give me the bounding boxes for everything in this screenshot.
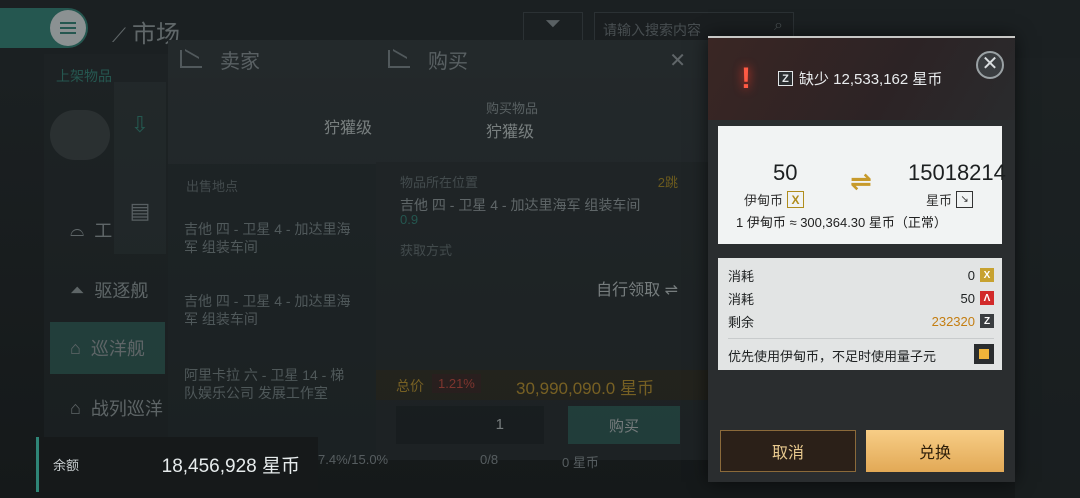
- buy-ship-class: 狞獾级: [486, 124, 535, 141]
- buy-item-label: 购买物品: [486, 101, 539, 116]
- listed-items-label: 上架物品: [56, 68, 112, 84]
- cost-row: 消耗 0X: [728, 264, 994, 286]
- exchange-modal: ! Z 缺少 12,533,162 星币 ✕ 50 伊甸币 X ⇌ 1501821…: [708, 36, 1015, 482]
- hull-icon: ⌂: [70, 337, 81, 358]
- ship-preview: [376, 78, 708, 162]
- close-button[interactable]: ✕: [976, 51, 1004, 79]
- security-status: 0.9: [400, 212, 419, 227]
- red-currency-icon: Λ: [980, 291, 994, 305]
- to-currency: 星币 ↘: [926, 190, 974, 209]
- stat-count: 0/8: [480, 452, 499, 467]
- ship-thumbnail: [50, 110, 110, 160]
- isk-coin-icon: Z: [778, 71, 793, 86]
- close-icon[interactable]: ✕: [669, 48, 686, 73]
- exchange-rate: 1 伊甸币 ≈ 300,364.30 星币（正常）: [736, 215, 947, 230]
- chart-icon: [180, 50, 202, 68]
- acquire-label: 获取方式: [400, 243, 453, 258]
- to-amount: 15018214: [908, 160, 1006, 185]
- conversion-box: 50 伊甸币 X ⇌ 15018214 星币 ↘ 1 伊甸币 ≈ 300,364.3…: [718, 126, 1006, 244]
- seller-panel: 卖家 狞獾级 出售地点 吉他 四 - 卫星 4 - 加达里海军 组装车间 吉他 …: [168, 40, 376, 460]
- category-item-active[interactable]: ⌂ 巡洋舰: [50, 322, 165, 374]
- tax-rate: 1.21%: [432, 374, 481, 393]
- balance-label: 余额: [53, 458, 80, 473]
- acquire-method[interactable]: 自行领取 ⇌: [596, 276, 678, 300]
- isk-coin-icon: ↘: [956, 191, 974, 208]
- warning-icon: !: [741, 62, 751, 95]
- category-item[interactable]: ⏶ 驱逐舰: [50, 264, 165, 316]
- total-row: 总价 1.21% 30,990,090.0 星币: [376, 370, 708, 400]
- category-item[interactable]: ⌂ 战列巡洋: [50, 382, 165, 434]
- eden-coin-icon: X: [980, 268, 994, 282]
- remaining-row: 剩余 232320 Z: [728, 310, 994, 332]
- download-cart-icon[interactable]: ⇩: [114, 82, 166, 168]
- buy-panel: 购买 ✕ 购买物品 狞獾级 物品所在位置 2跳 吉他 四 - 卫星 4 - 加达…: [376, 40, 708, 460]
- stat-percent: 7.4%/15.0%: [318, 452, 389, 467]
- buy-button[interactable]: 购买: [568, 406, 680, 444]
- menu-button[interactable]: [0, 8, 88, 48]
- from-amount: 50: [773, 160, 798, 185]
- swap-icon: ⇌: [664, 282, 678, 299]
- preference-text: 优先使用伊甸币，不足时使用量子元: [728, 349, 937, 364]
- hamburger-icon: [50, 10, 86, 46]
- side-tool-column: ⇩ ▤: [114, 82, 166, 254]
- item-location: 吉他 四 - 卫星 4 - 加达里海军 组装车间: [400, 197, 641, 213]
- chart-icon: ⟋: [112, 25, 126, 47]
- jump-count: 2跳: [657, 175, 678, 190]
- hull-icon: ⏶: [70, 279, 85, 300]
- seller-tab[interactable]: 卖家: [168, 40, 376, 78]
- isk-coin-icon: Z: [980, 314, 994, 328]
- shortage-message: Z 缺少 12,533,162 星币: [778, 68, 942, 89]
- balance-bar: 余额 18,456,928 星币: [36, 437, 318, 492]
- preference-checkbox[interactable]: [974, 344, 994, 364]
- item-location-label: 物品所在位置: [400, 175, 479, 190]
- cancel-button[interactable]: 取消: [720, 430, 856, 472]
- total-price: 30,990,090.0 星币: [516, 379, 654, 398]
- search-icon[interactable]: ⌕: [774, 17, 783, 35]
- seller-location-item[interactable]: 阿里卡拉 六 - 卫星 14 - 梯队娱乐公司 发展工作室: [184, 366, 354, 402]
- cost-row: 消耗 50 Λ: [728, 287, 994, 309]
- location-header: 出售地点: [186, 179, 239, 194]
- hull-icon: ⌂: [70, 397, 81, 418]
- stat-coins: 0 星币: [562, 455, 599, 470]
- seller-ship-class: 狞獾级: [323, 120, 372, 137]
- right-strip: [1015, 58, 1080, 498]
- seller-location-item[interactable]: 吉他 四 - 卫星 4 - 加达里海军 组装车间: [184, 292, 354, 328]
- footer-stats: 7.4%/15.0% 0/8 0 星币: [318, 452, 708, 482]
- quantity-input[interactable]: 1: [396, 406, 544, 444]
- from-currency: 伊甸币 X: [744, 190, 805, 209]
- balance-value: 18,456,928 星币: [161, 456, 300, 477]
- exchange-arrows-icon: ⇌: [850, 166, 872, 196]
- seller-location-item[interactable]: 吉他 四 - 卫星 4 - 加达里海军 组装车间: [184, 220, 354, 256]
- eden-coin-icon: X: [787, 191, 805, 208]
- exchange-button[interactable]: 兑换: [866, 430, 1004, 472]
- buy-tab[interactable]: 购买: [376, 40, 708, 78]
- clipboard-icon[interactable]: ▤: [114, 168, 166, 254]
- hull-icon: ⌓: [70, 219, 85, 240]
- cost-summary: 消耗 0X 消耗 50 Λ 剩余 232320 Z 优先使用伊甸币，不足时使用量子元: [718, 258, 1002, 370]
- chart-icon: [388, 50, 410, 68]
- divider: [728, 338, 994, 339]
